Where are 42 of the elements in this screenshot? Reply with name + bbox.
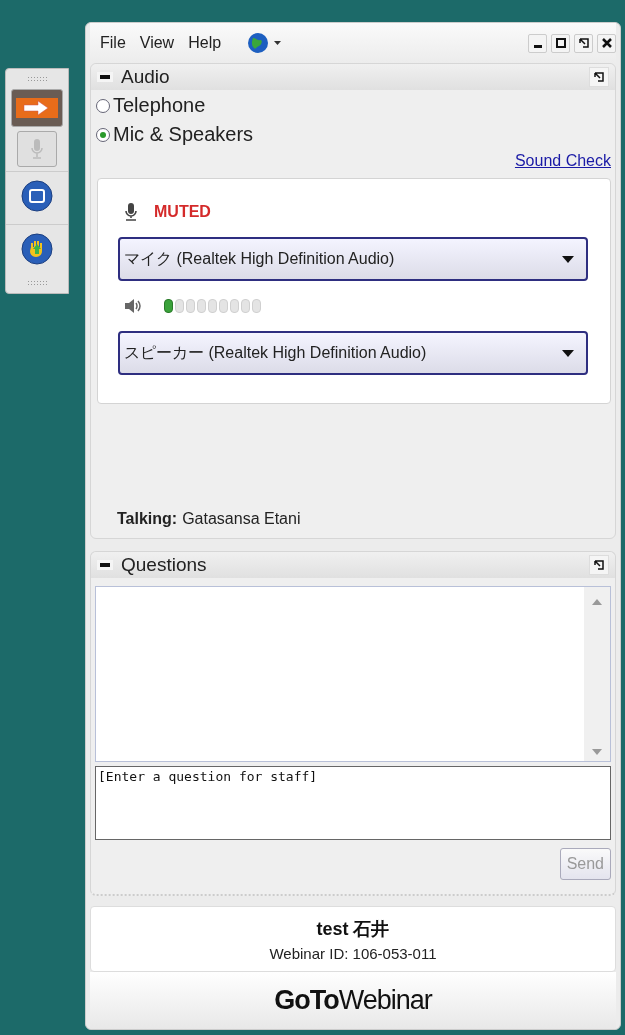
microphone-dropdown[interactable]: マイク (Realtek High Definition Audio) [118, 237, 588, 281]
arrow-button[interactable] [11, 89, 63, 127]
microphone-icon [30, 138, 44, 160]
collapse-button[interactable] [97, 72, 113, 82]
close-button[interactable] [597, 33, 616, 53]
muted-status: MUTED [154, 203, 211, 221]
speaker-icon [124, 298, 142, 314]
question-input[interactable]: [Enter a question for staff] [95, 766, 611, 840]
webinar-id: Webinar ID: 106-053-011 [269, 944, 437, 962]
detach-button[interactable] [574, 33, 593, 53]
radio-option[interactable]: Telephone [96, 94, 615, 117]
minus-icon [100, 75, 110, 79]
screen-share-icon[interactable] [21, 180, 53, 212]
menu-item[interactable]: Help [188, 34, 222, 52]
panel-title: Audio [121, 66, 170, 88]
logo: GoToWebinar [274, 985, 432, 1016]
popout-icon [594, 72, 604, 82]
collapse-button[interactable] [97, 560, 113, 570]
globe-dropdown-icon[interactable] [247, 32, 284, 54]
speaker-dropdown[interactable]: スピーカー (Realtek High Definition Audio) [118, 331, 588, 375]
close-icon [601, 38, 612, 48]
attendee-name: test 石井 [316, 917, 390, 941]
microphone-icon [124, 203, 138, 221]
sound-check-link[interactable]: Sound Check [514, 152, 611, 170]
popout-icon [594, 560, 604, 570]
talking-name: Gatasansa Etani [182, 510, 301, 528]
menu-item[interactable]: File [100, 34, 126, 52]
talking-label: Talking: [117, 510, 178, 528]
maximize-icon [555, 38, 566, 48]
caret-icon [562, 255, 574, 263]
panel-title: Questions [121, 554, 207, 576]
minimize-icon [533, 45, 542, 48]
minimize-button[interactable] [528, 33, 547, 53]
menu-item[interactable]: View [139, 34, 175, 52]
popout-icon [578, 38, 589, 48]
minus-icon [100, 563, 110, 567]
caret-icon [562, 349, 574, 357]
radio-option[interactable]: Mic & Speakers [96, 123, 615, 146]
maximize-button[interactable] [551, 33, 570, 53]
popout-button[interactable] [589, 67, 609, 87]
popout-button[interactable] [589, 555, 609, 575]
raise-hand-icon[interactable] [21, 233, 53, 265]
